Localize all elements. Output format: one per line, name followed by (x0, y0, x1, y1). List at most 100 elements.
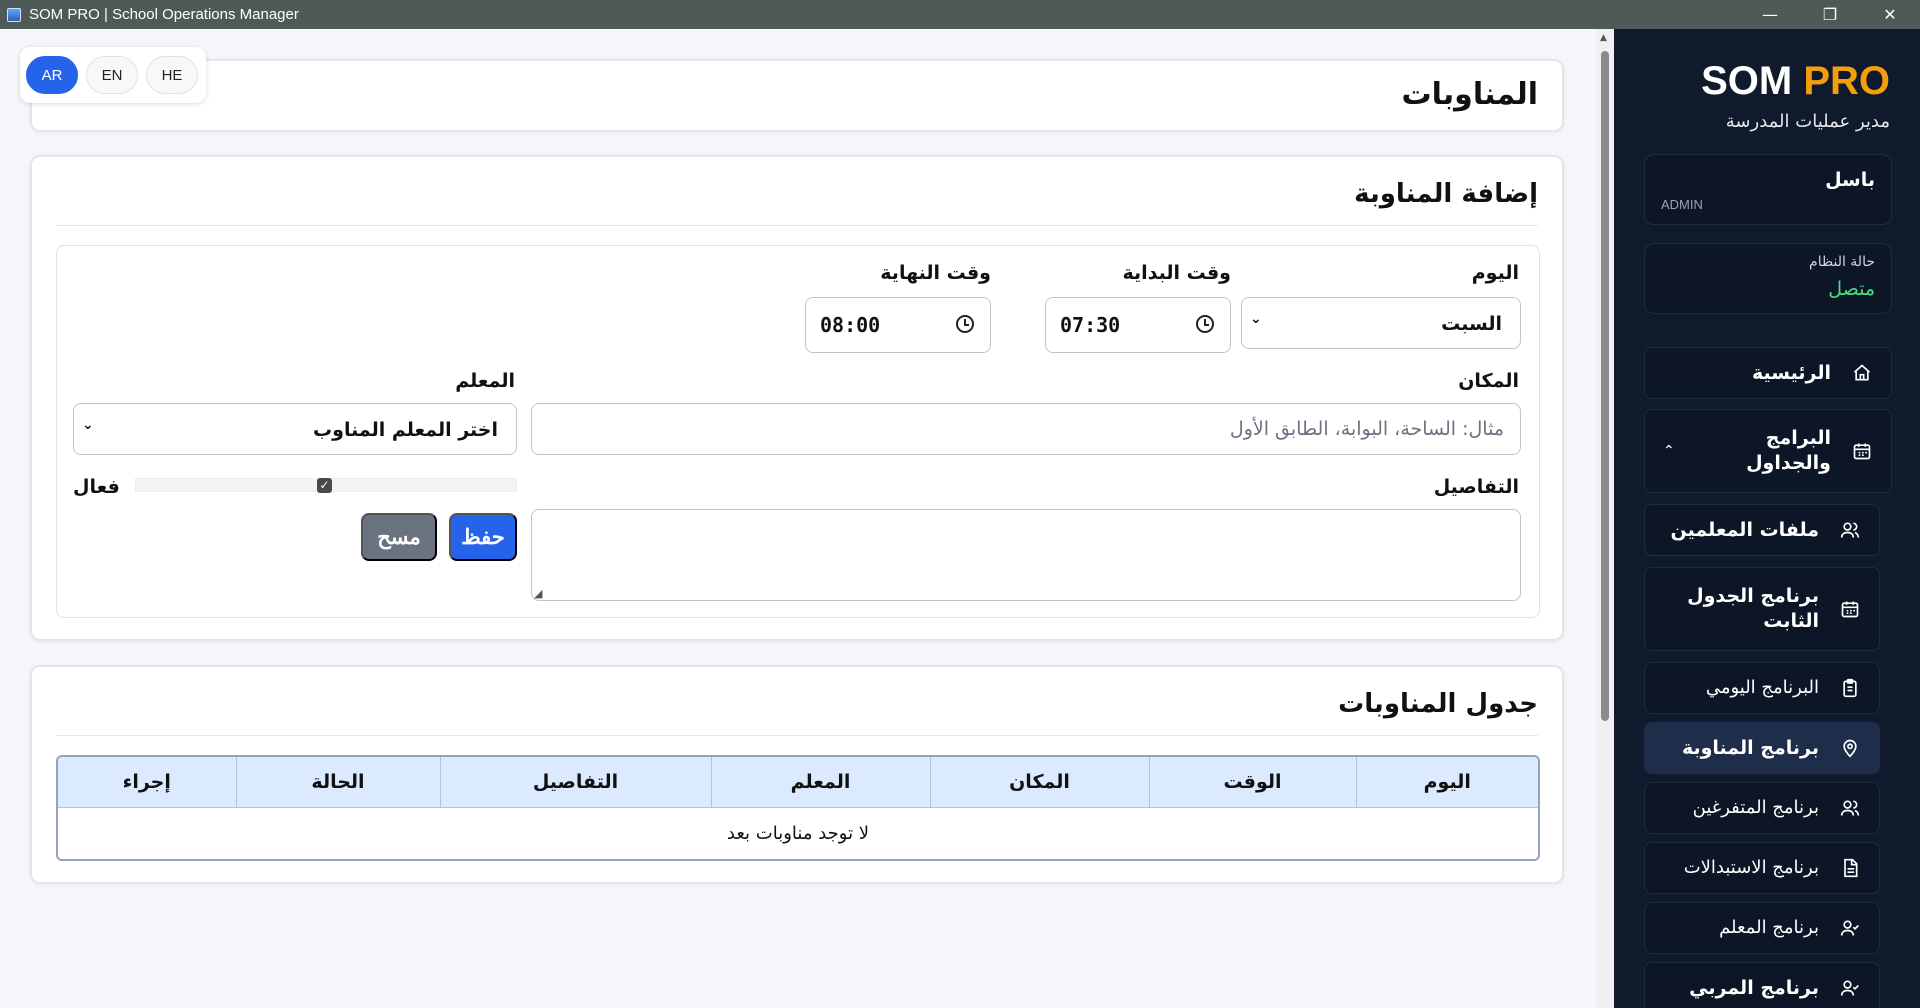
sidebar-item-free-teachers[interactable]: برنامج المتفرغين (1644, 782, 1880, 834)
clipboard-icon (1839, 677, 1861, 699)
end-time-label: وقت النهاية (880, 262, 991, 284)
brand-subtitle: مدير عمليات المدرسة (1725, 111, 1890, 132)
chevron-down-icon: ⌄ (1250, 311, 1262, 327)
teacher-select-value: اختر المعلم المناوب (313, 419, 498, 441)
save-button[interactable]: حفظ (449, 513, 517, 561)
teacher-label: المعلم (455, 370, 515, 392)
column-header-day: اليوم (1355, 757, 1538, 808)
user-role: ADMIN (1661, 197, 1703, 212)
add-duty-title: إضافة المناوبة (1354, 179, 1538, 209)
scrollbar-thumb[interactable] (1601, 51, 1609, 721)
column-header-status: الحالة (235, 757, 440, 808)
sidebar-item-fixed-schedule[interactable]: برنامج الجدول الثابت (1644, 567, 1880, 651)
teacher-select[interactable]: اختر المعلم المناوب ⌄ (73, 403, 517, 455)
table-row: لا توجد مناوبات بعد (58, 807, 1538, 859)
sidebar: SOM PRO مدير عمليات المدرسة باسل ADMIN ح… (1614, 29, 1920, 1008)
location-label: المكان (1458, 370, 1519, 392)
sidebar-item-label: برنامج المتفرغين (1692, 797, 1819, 819)
duty-table-title: جدول المناوبات (1338, 689, 1538, 719)
close-button[interactable]: ✕ (1860, 0, 1920, 29)
window-controls: — ❐ ✕ (1740, 0, 1920, 29)
users-icon (1839, 519, 1861, 541)
calendar-icon (1851, 440, 1873, 462)
column-header-time: الوقت (1148, 757, 1356, 808)
column-header-teacher: المعلم (710, 757, 930, 808)
day-label: اليوم (1471, 262, 1519, 284)
sidebar-item-label: برنامج الاستبدالات (1683, 857, 1819, 879)
file-text-icon (1839, 857, 1861, 879)
sidebar-item-teacher-program[interactable]: برنامج المعلم (1644, 902, 1880, 954)
sidebar-item-label: الرئيسية (1752, 361, 1831, 384)
location-input[interactable]: مثال: الساحة، البوابة، الطابق الأول (531, 403, 1521, 455)
page-title: المناوبات (1401, 77, 1539, 112)
sidebar-item-programs[interactable]: البرامج والجداول ⌃ (1644, 409, 1892, 493)
map-pin-icon (1839, 737, 1861, 759)
column-header-location: المكان (929, 757, 1149, 808)
column-header-details: التفاصيل (439, 757, 711, 808)
lang-en-button[interactable]: EN (86, 56, 138, 94)
day-select-value: السبت (1441, 313, 1502, 335)
window-titlebar: SOM PRO | School Operations Manager — ❐ … (0, 0, 1920, 29)
system-status-label: حالة النظام (1809, 254, 1875, 270)
clear-button[interactable]: مسح (361, 513, 437, 561)
home-icon (1851, 362, 1873, 384)
user-card: باسل ADMIN (1644, 154, 1892, 225)
sidebar-item-teacher-files[interactable]: ملفات المعلمين (1644, 504, 1880, 556)
sidebar-item-label: البرامج والجداول (1746, 427, 1831, 474)
user-name: باسل (1825, 169, 1875, 191)
sidebar-item-label: برنامج المعلم (1719, 917, 1819, 939)
empty-table-message: لا توجد مناوبات بعد (58, 807, 1538, 859)
sidebar-item-daily-program[interactable]: البرنامج اليومي (1644, 662, 1880, 714)
lang-ar-button[interactable]: AR (26, 56, 78, 94)
app-icon (7, 7, 21, 22)
brand-pro: PRO (1803, 59, 1890, 103)
column-header-action: إجراء (58, 757, 236, 808)
system-status-value: متصل (1828, 278, 1875, 300)
main-scrollbar[interactable]: ▲ (1596, 29, 1614, 1008)
sidebar-item-label: ملفات المعلمين (1670, 518, 1820, 541)
details-label: التفاصيل (1433, 476, 1519, 498)
restore-button[interactable]: ❐ (1800, 0, 1860, 29)
clock-icon[interactable] (1196, 315, 1214, 333)
chevron-up-icon[interactable]: ⌃ (1663, 443, 1675, 459)
minimize-button[interactable]: — (1740, 0, 1800, 29)
details-textarea[interactable]: ◢ (531, 509, 1521, 601)
calendar-icon (1839, 598, 1861, 620)
brand-logo: SOM PRO (1701, 59, 1890, 104)
resize-handle-icon[interactable]: ◢ (534, 587, 542, 600)
sidebar-item-label: برنامج الجدول الثابت (1687, 585, 1819, 632)
sidebar-item-substitutions[interactable]: برنامج الاستبدالات (1644, 842, 1880, 894)
clock-icon[interactable] (956, 315, 974, 333)
sidebar-item-educator-program[interactable]: برنامج المربي (1644, 962, 1880, 1008)
user-check-icon (1839, 917, 1861, 939)
add-duty-card: إضافة المناوبة اليوم السبت ⌄ وقت البداية… (30, 155, 1564, 641)
page-title-card: المناوبات (30, 59, 1564, 132)
duty-table-card: جدول المناوبات اليوم الوقت المكان المعلم… (30, 665, 1564, 884)
window-title: SOM PRO | School Operations Manager (29, 6, 299, 23)
end-time-input[interactable]: 08:00 (805, 297, 991, 353)
sidebar-item-label: البرنامج اليومي (1705, 677, 1819, 699)
day-select[interactable]: السبت ⌄ (1241, 297, 1521, 349)
user-check-icon (1839, 977, 1861, 999)
language-switcher: AR EN HE (20, 47, 206, 103)
lang-he-button[interactable]: HE (146, 56, 198, 94)
sidebar-item-label: برنامج المربي (1689, 976, 1819, 999)
duty-form: اليوم السبت ⌄ وقت البداية 07:30 وقت النه… (56, 245, 1540, 618)
sidebar-item-label: برنامج المناوبة (1681, 736, 1819, 759)
users-icon (1839, 797, 1861, 819)
active-checkbox[interactable]: ✓ (317, 478, 332, 493)
brand-som: SOM (1701, 59, 1793, 103)
start-time-value: 07:30 (1060, 313, 1121, 337)
active-label: فعال (73, 476, 120, 498)
start-time-input[interactable]: 07:30 (1045, 297, 1231, 353)
chevron-down-icon: ⌄ (82, 417, 94, 433)
section-divider (56, 735, 1538, 736)
table-header-row: اليوم الوقت المكان المعلم التفاصيل الحال… (58, 757, 1538, 808)
location-placeholder: مثال: الساحة، البوابة، الطابق الأول (1229, 418, 1504, 440)
end-time-value: 08:00 (820, 313, 881, 337)
sidebar-item-home[interactable]: الرئيسية (1644, 347, 1892, 399)
section-divider (56, 225, 1538, 226)
sidebar-item-duty-program[interactable]: برنامج المناوبة (1644, 722, 1880, 774)
scroll-up-icon[interactable]: ▲ (1600, 33, 1607, 43)
duty-table: اليوم الوقت المكان المعلم التفاصيل الحال… (56, 755, 1540, 861)
